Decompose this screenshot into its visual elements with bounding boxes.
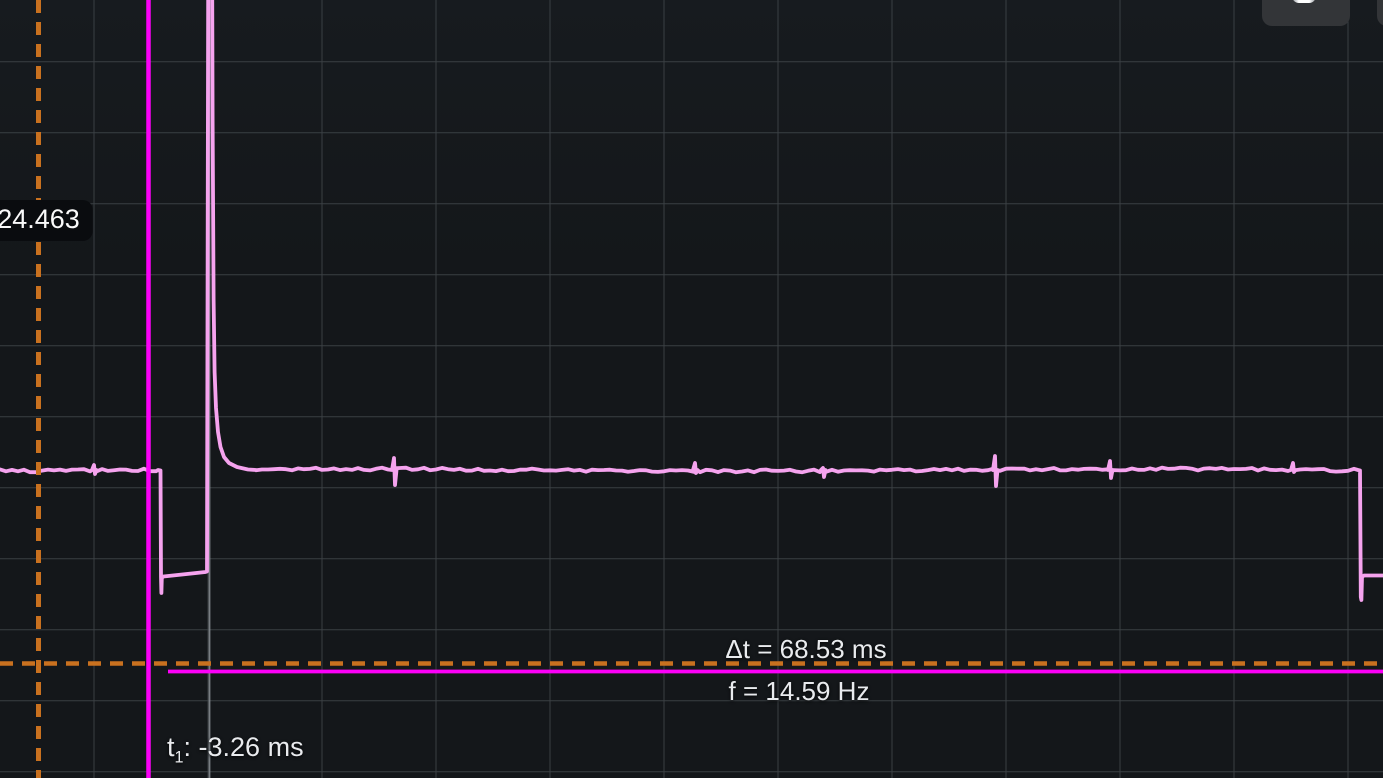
t1-cursor-readout: t1: -3.26 ms [167,733,304,761]
frequency-readout: f = 14.59 Hz [729,678,870,705]
partial-white-icon [1292,0,1316,3]
toolbar-button-partial[interactable] [1262,0,1350,26]
t1-subscript: 1 [175,748,184,766]
scope-display [0,0,1383,778]
delta-t-readout: Δt = 68.53 ms [725,636,886,663]
t1-prefix: t [167,732,175,762]
orange-cursor-value-label[interactable]: 24.463 [0,200,93,241]
t1-value: : -3.26 ms [184,732,304,762]
channel-trace [0,0,1383,600]
oscilloscope-screen: 24.463 Δt = 68.53 ms f = 14.59 Hz t1: -3… [0,0,1383,778]
